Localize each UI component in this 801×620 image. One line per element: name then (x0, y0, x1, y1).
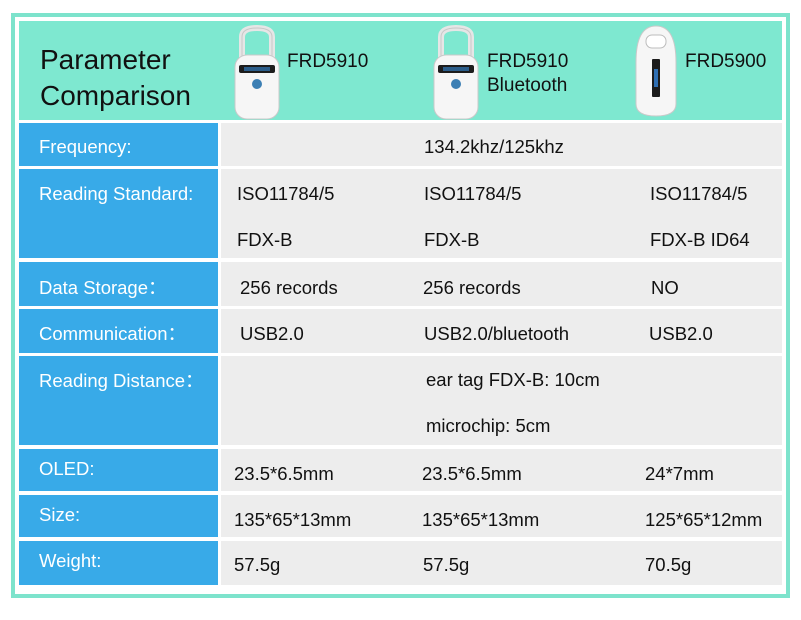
row-frequency: Frequency: 134.2khz/125khz (19, 123, 782, 166)
label-text: Communication： (39, 323, 187, 344)
cell-value: 125*65*12mm (645, 509, 763, 530)
row-label: OLED: (19, 449, 218, 491)
label-text: Reading Standard: (39, 183, 194, 204)
title-line-2: Comparison (40, 80, 191, 111)
page-title: Parameter Comparison (40, 42, 230, 114)
cell-value: FDX-B (237, 229, 293, 250)
cell-value: NO (651, 277, 679, 298)
distance-line-2: microchip: 5cm (426, 415, 551, 436)
row-size: Size: 135*65*13mm 135*65*13mm 125*65*12m… (19, 495, 782, 537)
product-name-line-2: Bluetooth (487, 75, 568, 96)
cell-value: ISO11784/5 (424, 183, 522, 204)
cell-value: USB2.0 (649, 323, 713, 344)
row-cells: USB2.0 USB2.0/bluetooth USB2.0 (221, 309, 782, 353)
row-weight: Weight: 57.5g 57.5g 70.5g (19, 541, 782, 585)
row-cells: 57.5g 57.5g 70.5g (221, 541, 782, 585)
distance-line-1: ear tag FDX-B: 10cm (426, 369, 600, 390)
product-name-line-1: FRD5910 (487, 51, 569, 72)
row-label: Size: (19, 495, 218, 537)
row-communication: Communication： USB2.0 USB2.0/bluetooth U… (19, 309, 782, 353)
frd5910-device-icon (234, 25, 280, 120)
label-text: Data Storage： (39, 277, 167, 298)
cell-value: 57.5g (423, 554, 470, 575)
cell-value: 23.5*6.5mm (234, 463, 334, 484)
label-text: Weight: (39, 550, 102, 571)
frd5900-device-icon (635, 25, 677, 117)
row-cells: 23.5*6.5mm 23.5*6.5mm 24*7mm (221, 449, 782, 491)
cell-value: 57.5g (234, 554, 281, 575)
cell-value: ISO11784/5 (237, 183, 335, 204)
row-reading-distance: Reading Distance： ear tag FDX-B: 10cm mi… (19, 356, 782, 445)
row-label: Weight: (19, 541, 218, 585)
cell-value: 70.5g (645, 554, 692, 575)
cell-value: USB2.0/bluetooth (424, 323, 570, 344)
row-data-storage: Data Storage： 256 records 256 records NO (19, 262, 782, 306)
label-text: OLED: (39, 458, 95, 479)
product-name-frd5910-bluetooth: FRD5910 Bluetooth (487, 50, 568, 98)
cell-value: FDX-B (424, 229, 480, 250)
cell-value: 23.5*6.5mm (422, 463, 522, 484)
cell-value: 256 records (423, 277, 521, 298)
product-name-line-1: FRD5910 (287, 51, 369, 72)
product-name-frd5910: FRD5910 (287, 50, 368, 74)
row-cells: 135*65*13mm 135*65*13mm 125*65*12mm (221, 495, 782, 537)
label-text: Size: (39, 504, 81, 525)
frequency-value: 134.2khz/125khz (424, 136, 564, 157)
cell-value: 135*65*13mm (422, 509, 540, 530)
cell-value: 24*7mm (645, 463, 714, 484)
cell-value: 256 records (240, 277, 338, 298)
frd5910-bluetooth-device-icon (433, 25, 479, 120)
cell-value: USB2.0 (240, 323, 304, 344)
row-label: Communication： (19, 309, 218, 353)
label-text: Frequency: (39, 136, 132, 157)
row-cells: ISO11784/5 FDX-B ISO11784/5 FDX-B ISO117… (221, 169, 782, 258)
row-oled: OLED: 23.5*6.5mm 23.5*6.5mm 24*7mm (19, 449, 782, 491)
product-name-frd5900: FRD5900 (685, 50, 766, 74)
row-label: Frequency: (19, 123, 218, 166)
row-cells: 134.2khz/125khz (221, 123, 782, 166)
cell-value: FDX-B ID64 (650, 229, 750, 250)
cell-value: ISO11784/5 (650, 183, 748, 204)
product-name-line-1: FRD5900 (685, 51, 767, 72)
row-label: Reading Standard: (19, 169, 218, 258)
label-text: Reading Distance： (39, 370, 204, 391)
row-cells: 256 records 256 records NO (221, 262, 782, 306)
row-cells: ear tag FDX-B: 10cm microchip: 5cm (221, 356, 782, 445)
title-line-1: Parameter (40, 44, 171, 75)
row-label: Data Storage： (19, 262, 218, 306)
row-reading-standard: Reading Standard: ISO11784/5 FDX-B ISO11… (19, 169, 782, 258)
row-label: Reading Distance： (19, 356, 218, 445)
cell-value: 135*65*13mm (234, 509, 352, 530)
